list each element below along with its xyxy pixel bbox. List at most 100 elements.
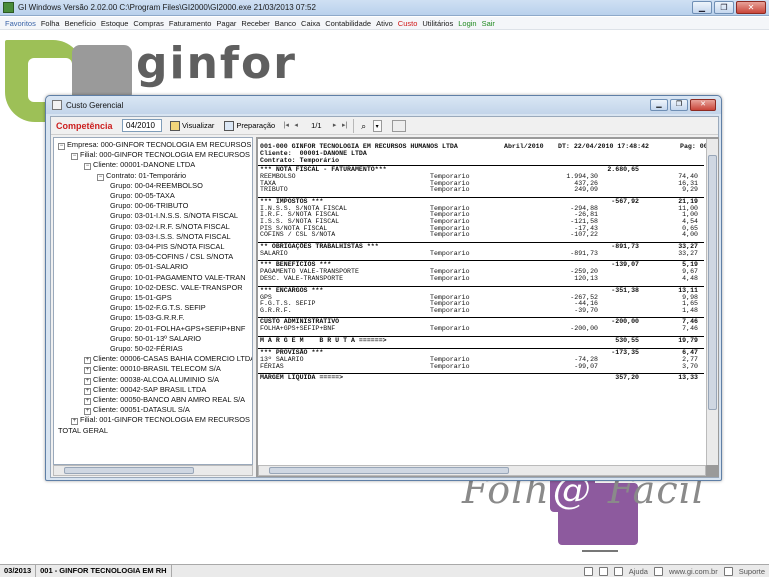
minimize-button[interactable]: ▁ <box>692 1 712 14</box>
menu-utilitarios[interactable]: Utilitários <box>422 19 453 28</box>
expand-icon[interactable]: + <box>84 398 91 405</box>
visualizar-button[interactable]: Visualizar <box>166 119 218 133</box>
child-minimize-button[interactable]: ▁ <box>650 99 668 111</box>
expand-icon[interactable]: + <box>84 357 91 365</box>
first-page-icon[interactable]: |◂ <box>281 120 291 132</box>
menu-sair[interactable]: Sair <box>482 19 495 28</box>
collapse-icon[interactable]: − <box>97 173 104 181</box>
section-title: *** BENEFICIOS *** <box>260 261 332 269</box>
section-percent: 13,11 <box>678 286 698 294</box>
menu-faturamento[interactable]: Faturamento <box>169 19 212 28</box>
menu-estoque[interactable]: Estoque <box>101 19 129 28</box>
tree-node[interactable]: Grupo: 15-02-F.G.T.S. SEFIP <box>110 303 206 312</box>
zoom-dropdown-icon[interactable]: ▾ <box>372 119 382 132</box>
statusbar: 03/2013 001 - GINFOR TECNOLOGIA EM RH Aj… <box>0 564 769 577</box>
tree-node[interactable]: Grupo: 10-02-DESC. VALE-TRANSPOR <box>110 283 243 292</box>
menu-caixa[interactable]: Caixa <box>301 19 320 28</box>
menu-pagar[interactable]: Pagar <box>216 19 236 28</box>
expand-icon[interactable]: + <box>84 387 91 395</box>
collapse-icon[interactable]: − <box>84 163 91 171</box>
tree-node[interactable]: Grupo: 03-05-COFINS / CSL S/NOTA <box>110 252 233 261</box>
section-title: ** OBRIGAÇÕES TRABALHISTAS *** <box>260 242 379 250</box>
report-vertical-scrollbar[interactable] <box>706 139 718 465</box>
tree-node[interactable]: Grupo: 03-04-PIS S/NOTA FISCAL <box>110 242 224 251</box>
menu-compras[interactable]: Compras <box>133 19 163 28</box>
menu-banco[interactable]: Banco <box>275 19 296 28</box>
tree-node[interactable]: TOTAL GERAL <box>58 426 108 435</box>
section-title: CUSTO ADMINISTRATIVO <box>260 318 340 326</box>
export-icon[interactable] <box>391 119 406 132</box>
menu-login[interactable]: Login <box>458 19 476 28</box>
tree-node[interactable]: Grupo: 03-01-I.N.S.S. S/NOTA FISCAL <box>110 211 238 220</box>
menu-receber[interactable]: Receber <box>241 19 269 28</box>
expand-icon[interactable]: + <box>84 367 91 375</box>
tree-node-label: Filial: 000-GINFOR TECNOLOGIA EM RECURSO… <box>80 150 253 160</box>
last-page-icon[interactable]: ▸| <box>340 120 350 132</box>
status-company: 001 - GINFOR TECNOLOGIA EM RH <box>36 564 172 577</box>
preparacao-label: Preparação <box>236 121 276 130</box>
tree-node[interactable]: + Filial: 001-GINFOR TECNOLOGIA EM RECURS… <box>71 415 252 426</box>
scroll-thumb[interactable] <box>269 467 509 474</box>
tree-node[interactable]: Grupo: 10-01-PAGAMENTO VALE-TRAN <box>110 273 246 282</box>
tree-horizontal-scrollbar[interactable] <box>53 465 253 476</box>
child-restore-button[interactable]: ❐ <box>670 99 688 111</box>
close-button[interactable]: ✕ <box>736 1 766 14</box>
suporte-link[interactable]: Suporte <box>739 567 765 576</box>
tree-node[interactable]: − Cliente: 00001-DANONE LTDA <box>84 160 195 171</box>
tree-node[interactable]: Grupo: 00-04-REEMBOLSO <box>110 181 203 190</box>
child-close-button[interactable]: ✕ <box>690 99 716 111</box>
tree-node[interactable]: + Cliente: 00006-CASAS BAHIA COMERCIO LTD… <box>84 354 252 365</box>
tree-node[interactable]: + Cliente: 00050-BANCO ABN AMRO REAL S/A <box>84 395 245 405</box>
tree-node[interactable]: Grupo: 00-05-TAXA <box>110 191 175 200</box>
menu-folha[interactable]: Folha <box>41 19 60 28</box>
tree-node[interactable]: + Cliente: 00010-BRASIL TELECOM S/A <box>84 364 221 375</box>
tree-view[interactable]: − Empresa: 000-GINFOR TECNOLOGIA EM RECUR… <box>53 137 253 465</box>
tree-node[interactable]: Grupo: 15-01-GPS <box>110 293 172 302</box>
site-link[interactable]: www.gi.com.br <box>669 567 718 576</box>
report-company: 001-000 GINFOR TECNOLOGIA EM RECURSOS HU… <box>260 143 458 150</box>
status-right: Ajuda www.gi.com.br Suporte <box>583 565 765 577</box>
tree-node[interactable]: − Contrato: 01-Temporário <box>97 171 186 181</box>
tree-node[interactable]: Grupo: 00-06-TRIBUTO <box>110 201 188 210</box>
tree-node[interactable]: + Cliente: 00051-DATASUL S/A <box>84 405 190 416</box>
tree-node[interactable]: − Empresa: 000-GINFOR TECNOLOGIA EM RECUR… <box>58 140 252 150</box>
collapse-icon[interactable]: − <box>71 153 78 161</box>
collapse-icon[interactable]: − <box>58 143 65 150</box>
tree-node[interactable]: Grupo: 03-03-I.S.S. S/NOTA FISCAL <box>110 232 231 241</box>
menu-beneficio[interactable]: Benefício <box>65 19 96 28</box>
tree-node[interactable]: Grupo: 03-02-I.R.F. S/NOTA FISCAL <box>110 222 230 231</box>
tree-node[interactable]: Grupo: 15-03-G.R.R.F. <box>110 313 184 322</box>
expand-icon[interactable]: + <box>84 408 91 416</box>
scroll-thumb[interactable] <box>708 155 717 410</box>
menu-contabilidade[interactable]: Contabilidade <box>325 19 371 28</box>
prev-page-icon[interactable]: ◂ <box>291 120 301 132</box>
ajuda-link[interactable]: Ajuda <box>629 567 648 576</box>
tree-node[interactable]: Grupo: 50-01-13º SALARIO <box>110 334 201 343</box>
expand-icon[interactable]: + <box>71 418 78 426</box>
tree-node[interactable]: + Cliente: 00042-SAP BRASIL LTDA <box>84 385 206 395</box>
tree-node[interactable]: Grupo: 20-01-FOLHA+GPS+SEFIP+BNF <box>110 324 245 333</box>
tree-node[interactable]: Grupo: 05-01-SALARIO <box>110 262 188 271</box>
tree-node-label: Grupo: 03-05-COFINS / CSL S/NOTA <box>110 252 234 262</box>
competencia-field[interactable]: 04/2010 <box>122 119 162 132</box>
section-total: -139,07 <box>611 261 639 269</box>
menu-favoritos[interactable]: Favoritos <box>5 19 36 28</box>
menu-ativo[interactable]: Ativo <box>376 19 393 28</box>
print-icon <box>224 120 235 131</box>
report-horizontal-scrollbar[interactable] <box>258 465 706 476</box>
tree-node[interactable]: − Filial: 000-GINFOR TECNOLOGIA EM RECURS… <box>71 150 253 161</box>
ginfor-logo-accent <box>72 45 132 101</box>
visualizar-label: Visualizar <box>182 121 215 130</box>
row-type: Temporario <box>430 231 470 239</box>
expand-icon[interactable]: + <box>84 377 91 385</box>
zoom-icon[interactable]: ⌕ <box>357 120 371 132</box>
restore-button[interactable]: ❐ <box>714 1 734 14</box>
tree-node[interactable]: + Cliente: 00038-ALCOA ALUMINIO S/A <box>84 375 219 385</box>
scroll-thumb[interactable] <box>64 467 194 474</box>
next-page-icon[interactable]: ▸ <box>330 120 340 132</box>
menu-custo[interactable]: Custo <box>398 19 418 28</box>
window-title: Custo Gerencial <box>66 100 124 110</box>
preparacao-button[interactable]: Preparação <box>220 119 279 133</box>
row-description: FOLHA+GPS+SEFIP+BNF <box>260 325 336 333</box>
tree-node[interactable]: Grupo: 50-02-FÉRIAS <box>110 344 183 353</box>
